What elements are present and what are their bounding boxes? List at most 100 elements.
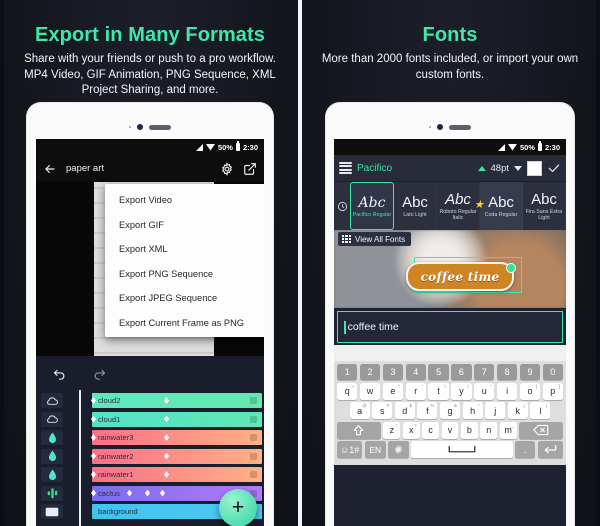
gear-icon[interactable] xyxy=(388,441,409,458)
timeline-ruler[interactable] xyxy=(68,390,92,526)
table-row[interactable]: rainwater2 xyxy=(91,448,262,464)
clock-icon[interactable] xyxy=(334,182,350,230)
key-l[interactable]: l xyxy=(530,402,551,419)
menu-item-export-gif[interactable]: Export GIF xyxy=(105,213,264,238)
font-picker-strip[interactable]: Abc Pacifico Regular Abc Lato Light Abc … xyxy=(334,182,566,230)
key-x[interactable]: x xyxy=(402,421,420,439)
chevron-up-icon[interactable] xyxy=(477,165,486,171)
cloud-icon[interactable] xyxy=(41,411,63,427)
key-k[interactable]: k xyxy=(507,402,528,419)
font-name-value[interactable]: Pacifico xyxy=(357,163,473,174)
export-menu[interactable]: Export Video Export GIF Export XML Expor… xyxy=(105,184,264,337)
key-i[interactable]: i xyxy=(496,382,518,400)
keyframe-marker[interactable] xyxy=(145,489,150,497)
keyframe-marker[interactable] xyxy=(164,452,169,460)
enter-icon[interactable] xyxy=(537,441,563,458)
font-option-fira-sans[interactable]: Abc Fira Sans Extra Light xyxy=(523,182,566,230)
keyframe-marker[interactable] xyxy=(127,489,132,497)
key-b[interactable]: b xyxy=(460,421,478,439)
font-option-lato-light[interactable]: Abc Lato Light xyxy=(394,182,437,230)
key-j[interactable]: j xyxy=(485,402,506,419)
layer-menu-icon[interactable] xyxy=(250,397,257,404)
menu-item-export-png-sequence[interactable]: Export PNG Sequence xyxy=(105,262,264,287)
text-input[interactable]: coffee time xyxy=(337,311,563,343)
keyframe-marker[interactable] xyxy=(91,415,96,423)
key-r[interactable]: r xyxy=(405,382,426,400)
key-q[interactable]: q xyxy=(337,382,358,400)
keyframe-marker[interactable] xyxy=(164,415,169,423)
keyframe-marker[interactable] xyxy=(160,489,165,497)
period-key[interactable]: . xyxy=(515,441,536,458)
font-size-value[interactable]: 48pt xyxy=(491,163,510,174)
on-screen-keyboard[interactable]: 1 2 3 4 5 6 7 8 9 0 q w e xyxy=(334,361,566,465)
keyframe-marker[interactable] xyxy=(164,397,169,404)
key-6[interactable]: 6 xyxy=(451,364,472,380)
timeline-panel[interactable]: cloud2 cloud1 rainwater3 rainwater2 rain… xyxy=(36,390,264,526)
key-o[interactable]: o xyxy=(519,382,541,400)
arrow-left-icon[interactable] xyxy=(43,162,57,176)
key-e[interactable]: e xyxy=(382,382,404,400)
keyframe-marker[interactable] xyxy=(164,434,169,441)
project-title[interactable]: paper art xyxy=(66,163,211,174)
key-v[interactable]: v xyxy=(441,421,459,439)
layer-menu-icon[interactable] xyxy=(250,415,257,423)
key-s[interactable]: s xyxy=(372,402,393,419)
layer-menu-icon[interactable] xyxy=(250,452,257,460)
key-u[interactable]: u xyxy=(474,382,495,400)
redo-arrow-icon[interactable] xyxy=(92,366,106,380)
keyframe-marker[interactable] xyxy=(164,471,169,478)
key-5[interactable]: 5 xyxy=(428,364,449,380)
key-n[interactable]: n xyxy=(480,421,498,439)
text-sticker[interactable]: coffee time xyxy=(406,262,516,291)
key-m[interactable]: m xyxy=(499,421,517,439)
keyframe-marker[interactable] xyxy=(91,471,96,478)
menu-item-export-video[interactable]: Export Video xyxy=(105,188,264,213)
cactus-icon[interactable] xyxy=(41,485,63,501)
color-swatch[interactable] xyxy=(527,160,542,176)
key-g[interactable]: g xyxy=(439,402,461,419)
key-1[interactable]: 1 xyxy=(337,364,358,380)
key-2[interactable]: 2 xyxy=(359,364,381,380)
backspace-icon[interactable] xyxy=(519,421,564,439)
shift-up-icon[interactable] xyxy=(336,421,381,439)
table-row[interactable]: rainwater3 xyxy=(91,430,262,445)
key-a[interactable]: a xyxy=(349,402,370,419)
droplet-icon[interactable] xyxy=(41,448,63,464)
chevron-down-icon[interactable] xyxy=(514,165,522,171)
layer-menu-icon[interactable] xyxy=(250,471,257,478)
external-link-icon[interactable] xyxy=(243,162,257,176)
key-d[interactable]: d xyxy=(394,402,415,419)
key-9[interactable]: 9 xyxy=(519,364,541,380)
menu-item-export-current-frame[interactable]: Export Current Frame as PNG xyxy=(105,311,264,336)
key-7[interactable]: 7 xyxy=(474,364,495,380)
font-option-pacifico[interactable]: Abc Pacifico Regular xyxy=(350,182,394,230)
table-row[interactable]: cloud2 xyxy=(91,393,262,408)
keyframe-marker[interactable] xyxy=(91,397,96,404)
font-option-coda-regular[interactable]: ★ Abc Coda Regular xyxy=(474,182,523,230)
keyframe-marker[interactable] xyxy=(91,434,96,441)
language-key[interactable]: EN xyxy=(364,441,386,458)
keyframe-marker[interactable] xyxy=(91,452,96,460)
key-h[interactable]: h xyxy=(462,402,483,419)
keyframe-marker[interactable] xyxy=(91,489,96,497)
gear-icon[interactable] xyxy=(220,161,234,176)
key-y[interactable]: y xyxy=(451,382,472,400)
key-8[interactable]: 8 xyxy=(496,364,518,380)
key-f[interactable]: f xyxy=(417,402,438,419)
table-row[interactable]: rainwater1 xyxy=(91,467,262,482)
droplet-icon[interactable] xyxy=(41,430,63,445)
check-icon[interactable] xyxy=(547,161,561,175)
cloud-icon[interactable] xyxy=(41,393,63,408)
key-z[interactable]: z xyxy=(383,421,401,439)
key-p[interactable]: p xyxy=(542,382,563,400)
text-lines-icon[interactable] xyxy=(339,162,352,174)
playhead[interactable] xyxy=(79,390,81,526)
droplet-icon[interactable] xyxy=(41,467,63,482)
add-layer-button[interactable]: + xyxy=(219,489,257,526)
key-0[interactable]: 0 xyxy=(542,364,563,380)
key-3[interactable]: 3 xyxy=(382,364,404,380)
key-4[interactable]: 4 xyxy=(405,364,426,380)
menu-item-export-jpeg-sequence[interactable]: Export JPEG Sequence xyxy=(105,286,264,311)
resize-handle[interactable] xyxy=(506,263,516,273)
space-bar-icon[interactable] xyxy=(411,441,513,458)
